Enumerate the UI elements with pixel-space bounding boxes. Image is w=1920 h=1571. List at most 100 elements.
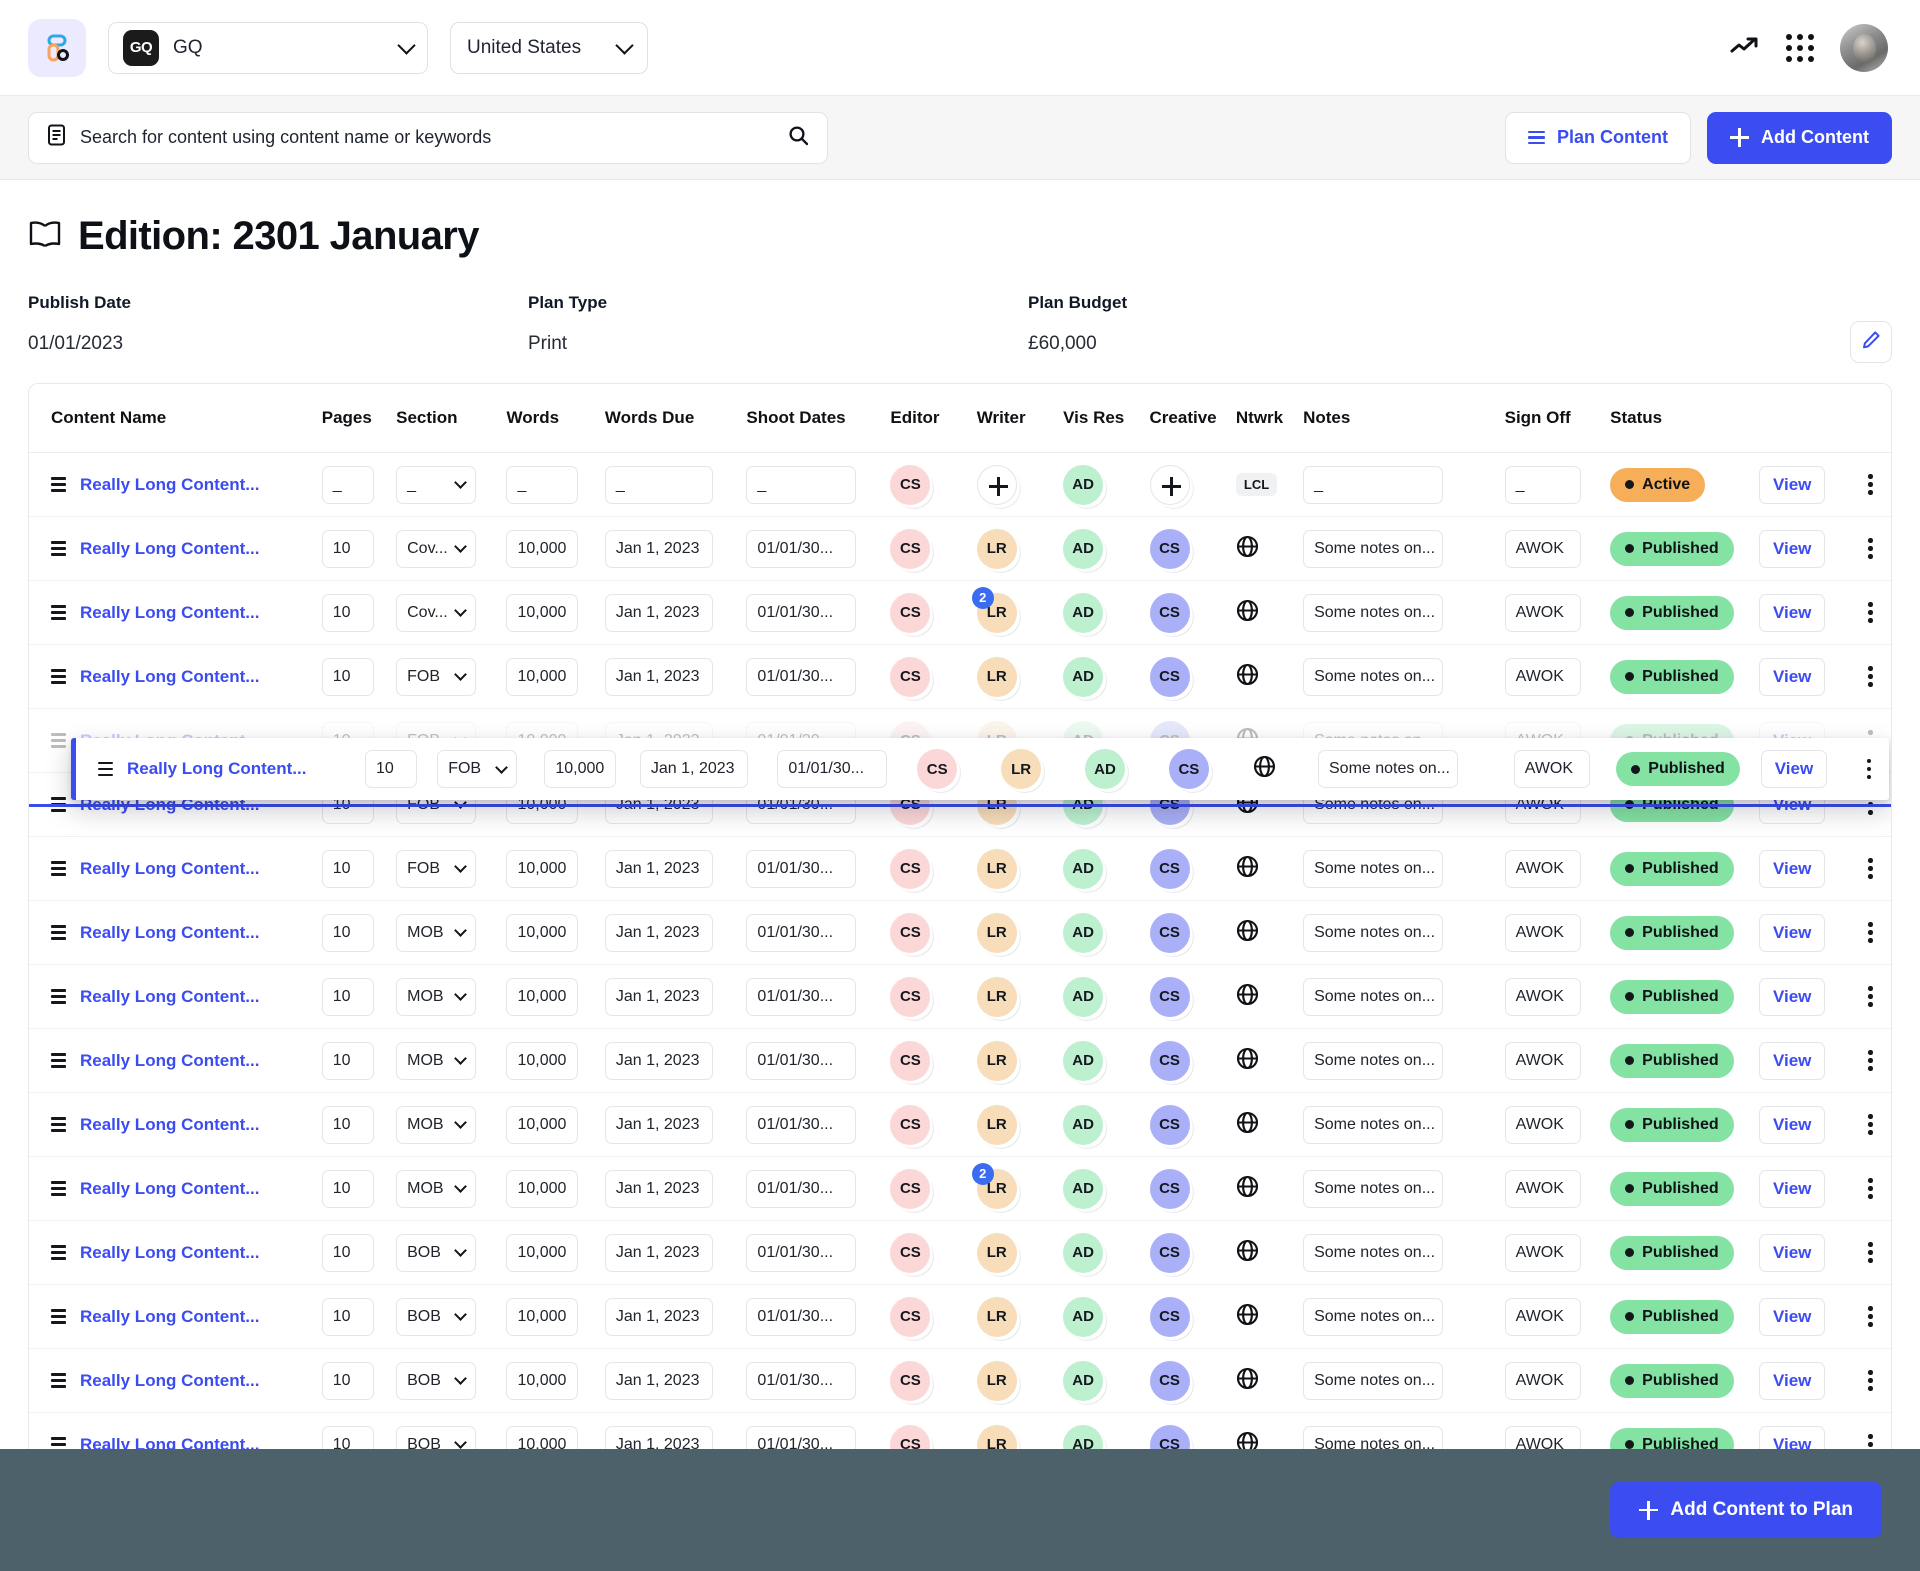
writer-avatar[interactable]: LR [976,656,1017,697]
vis-res-avatar[interactable]: AD [1063,656,1104,697]
view-button[interactable]: View [1760,750,1828,788]
vis-res-avatar[interactable]: AD [1063,1296,1104,1337]
status-badge[interactable]: Published [1610,1107,1734,1142]
drag-handle-icon[interactable] [51,861,66,876]
words-input[interactable]: 10,000 [506,1169,579,1208]
drag-handle-icon[interactable] [51,541,66,556]
row-menu-icon[interactable] [1850,858,1891,879]
words-due-input[interactable]: Jan 1, 2023 [604,593,713,632]
content-name-link[interactable]: Really Long Content... [80,667,259,687]
vis-res-avatar[interactable]: AD [1063,1104,1104,1145]
editor-avatar[interactable]: CS [890,848,931,889]
drag-handle-icon[interactable] [51,733,66,748]
editor-avatar[interactable]: CS [890,528,931,569]
view-button[interactable]: View [1758,1297,1826,1336]
pages-input[interactable]: 10 [321,1361,374,1400]
sign-off-input[interactable]: AWOK [1504,1105,1581,1144]
shoot-dates-input[interactable]: 01/01/30... [746,1169,857,1208]
content-name-link[interactable]: Really Long Content... [127,759,306,779]
words-due-input[interactable]: Jan 1, 2023 [604,977,713,1016]
editor-avatar[interactable]: CS [890,656,931,697]
dragging-row[interactable]: Really Long Content... 10 FOB 10,000 Jan 1, … [71,738,1889,800]
creative-avatar[interactable]: CS [1149,912,1190,953]
pages-input[interactable]: 10 [321,849,374,888]
row-menu-icon[interactable] [1850,602,1891,623]
section-select[interactable]: FOB [396,657,477,696]
words-due-input[interactable]: Jan 1, 2023 [604,849,713,888]
section-select[interactable]: MOB [396,1105,477,1144]
ntwrk-globe-icon[interactable] [1236,1303,1259,1330]
section-select[interactable]: Cov... [396,529,477,568]
content-name-link[interactable]: Really Long Content... [80,1179,259,1199]
table-row[interactable]: Really Long Content... 10 Cov... 10,000 Jan … [29,580,1891,645]
shoot-dates-input[interactable]: 01/01/30... [746,849,857,888]
section-select[interactable]: MOB [396,977,477,1016]
vis-res-avatar[interactable]: AD [1063,848,1104,889]
vis-res-avatar[interactable]: AD [1063,1168,1104,1209]
section-select[interactable]: Cov... [396,593,477,632]
content-name-link[interactable]: Really Long Content... [80,1371,259,1391]
ntwrk-globe-icon[interactable] [1236,1047,1259,1074]
drag-handle-icon[interactable] [51,1309,66,1324]
sign-off-input[interactable]: AWOK [1504,1233,1581,1272]
creative-avatar[interactable]: CS [1149,656,1190,697]
app-logo-icon[interactable] [28,18,86,77]
vis-res-avatar[interactable]: AD [1063,592,1104,633]
shoot-dates-input[interactable]: 01/01/30... [746,1041,857,1080]
words-due-input[interactable]: _ [604,465,713,504]
view-button[interactable]: View [1758,1041,1826,1080]
vis-res-avatar[interactable]: AD [1063,1040,1104,1081]
words-due-input[interactable]: Jan 1, 2023 [604,1233,713,1272]
status-badge[interactable]: Active [1610,467,1706,502]
plan-content-button[interactable]: Plan Content [1505,111,1692,164]
shoot-dates-input[interactable]: 01/01/30... [746,913,857,952]
status-badge[interactable]: Published [1610,1171,1734,1206]
words-input[interactable]: 10,000 [506,1233,579,1272]
row-menu-icon[interactable] [1850,1114,1891,1135]
shoot-dates-input[interactable]: _ [746,465,857,504]
view-button[interactable]: View [1758,913,1826,952]
writer-avatar[interactable]: LR [976,528,1017,569]
ntwrk-globe-icon[interactable] [1236,663,1259,690]
pages-input[interactable]: 10 [321,1233,374,1272]
drag-handle-icon[interactable] [51,605,66,620]
creative-avatar[interactable]: CS [1149,1296,1190,1337]
content-name-link[interactable]: Really Long Content... [80,603,259,623]
sign-off-input[interactable]: AWOK [1504,1361,1581,1400]
ntwrk-globe-icon[interactable] [1236,599,1259,626]
shoot-dates-input[interactable]: 01/01/30... [746,1361,857,1400]
creative-avatar[interactable]: CS [1149,592,1190,633]
creative-avatar[interactable]: CS [1149,1168,1190,1209]
editor-avatar[interactable]: CS [890,1360,931,1401]
shoot-dates-input[interactable]: 01/01/30... [777,750,888,788]
view-button[interactable]: View [1758,1105,1826,1144]
table-row[interactable]: Really Long Content... 10 MOB 10,000 Jan 1, … [29,1156,1891,1221]
row-menu-icon[interactable] [1850,1178,1891,1199]
creative-avatar[interactable]: CS [1149,1040,1190,1081]
words-due-input[interactable]: Jan 1, 2023 [604,1041,713,1080]
notes-input[interactable]: Some notes on... [1303,913,1444,952]
sign-off-input[interactable]: _ [1504,465,1581,504]
words-due-input[interactable]: Jan 1, 2023 [604,913,713,952]
content-name-link[interactable]: Really Long Content... [80,1051,259,1071]
view-button[interactable]: View [1758,593,1826,632]
writer-avatar[interactable]: 2 LR [971,1162,1017,1209]
notes-input[interactable]: Some notes on... [1303,1169,1444,1208]
apps-grid-icon[interactable] [1786,33,1814,62]
avatar[interactable] [1840,23,1888,72]
status-badge[interactable]: Published [1610,851,1734,886]
pages-input[interactable]: _ [321,465,374,504]
words-due-input[interactable]: Jan 1, 2023 [604,657,713,696]
section-select[interactable]: MOB [396,1169,477,1208]
words-input[interactable]: _ [506,465,579,504]
vis-res-avatar[interactable]: AD [1063,976,1104,1017]
notes-input[interactable]: Some notes on... [1303,1233,1444,1272]
add-content-to-plan-button[interactable]: Add Content to Plan [1610,1482,1882,1538]
status-badge[interactable]: Published [1610,595,1734,630]
status-badge[interactable]: Published [1610,1235,1734,1270]
shoot-dates-input[interactable]: 01/01/30... [746,657,857,696]
content-name-link[interactable]: Really Long Content... [80,987,259,1007]
table-row[interactable]: Really Long Content... 10 FOB 10,000 Jan 1, … [29,836,1891,901]
notes-input[interactable]: Some notes on... [1303,977,1444,1016]
writer-avatar[interactable]: LR [976,1104,1017,1145]
